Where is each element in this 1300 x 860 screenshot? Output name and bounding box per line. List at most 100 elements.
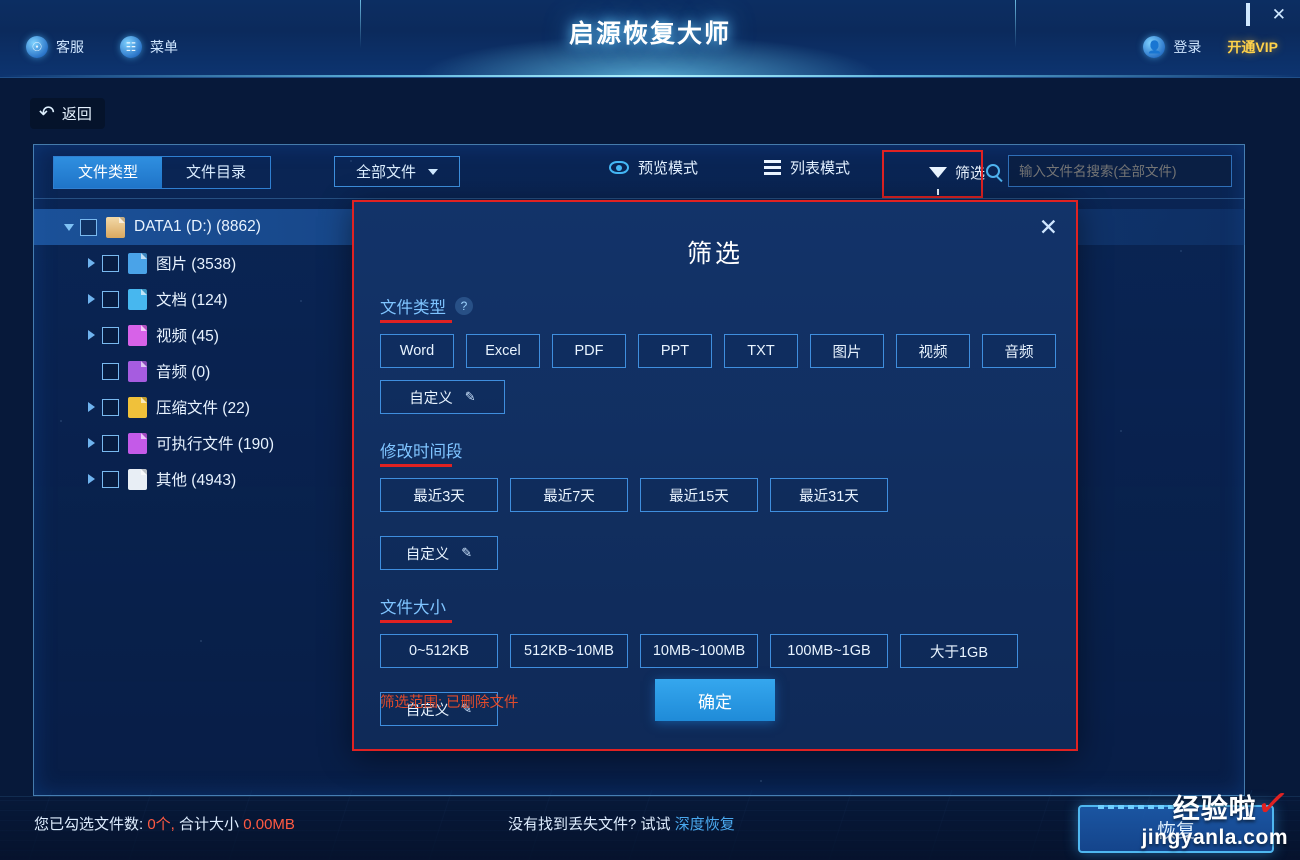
- filter-label: 筛选: [955, 164, 986, 182]
- preview-mode-label: 预览模式: [638, 160, 699, 177]
- deep-recovery-hint: 没有找到丢失文件? 试试 深度恢复: [508, 813, 735, 834]
- tree-row-label: 文档 (124): [156, 292, 228, 309]
- recover-button[interactable]: 恢复: [1078, 805, 1274, 853]
- tree-row-label: DATA1 (D:) (8862): [134, 218, 261, 235]
- filter-chip[interactable]: 音频: [982, 334, 1056, 368]
- selection-size-value: 0.00MB: [243, 816, 295, 833]
- tree-checkbox[interactable]: [102, 326, 119, 344]
- expand-toggle-icon[interactable]: [80, 258, 102, 268]
- view-mode-segmented-control: 文件类型 文件目录: [53, 156, 272, 189]
- tree-row-label: 压缩文件 (22): [156, 400, 250, 417]
- filter-chip[interactable]: 512KB~10MB: [510, 634, 628, 668]
- filter-chip-label: 最近31天: [799, 488, 859, 505]
- toolbar: 文件类型 文件目录 全部文件 预览模式 列表模式 筛选: [34, 145, 1244, 199]
- list-mode-button[interactable]: 列表模式: [764, 157, 850, 178]
- filter-chip-label: TXT: [747, 343, 775, 359]
- filter-chip[interactable]: 大于1GB: [900, 634, 1018, 668]
- tree-checkbox[interactable]: [102, 398, 119, 416]
- file-scope-dropdown[interactable]: 全部文件: [334, 156, 460, 187]
- filter-chip[interactable]: 100MB~1GB: [770, 634, 888, 668]
- filter-chip[interactable]: 最近3天: [380, 478, 498, 512]
- activate-vip-button[interactable]: 开通VIP: [1227, 37, 1278, 57]
- selection-count: 0个,: [147, 816, 175, 833]
- section-header: 文件类型?: [380, 294, 473, 323]
- document-file-icon: [128, 288, 147, 310]
- application-window: 启源恢复大师 ☉ 客服 ☷ 菜单 👤 登录 开通VIP ✕ ↶ 返回 文件类型 …: [0, 0, 1300, 860]
- question-mark-icon[interactable]: ?: [455, 297, 473, 315]
- search-icon[interactable]: [986, 164, 1000, 178]
- tree-checkbox[interactable]: [102, 362, 119, 380]
- file-scope-value: 全部文件: [355, 164, 416, 181]
- filter-chip[interactable]: 最近7天: [510, 478, 628, 512]
- filter-chip-label: 大于1GB: [929, 644, 988, 661]
- confirm-button[interactable]: 确定: [655, 679, 775, 721]
- window-controls: ✕: [1224, 3, 1286, 26]
- tree-checkbox[interactable]: [102, 254, 119, 272]
- filter-chip-label: 音频: [1004, 344, 1034, 361]
- expand-toggle-icon[interactable]: [80, 438, 102, 448]
- filter-chip[interactable]: TXT: [724, 334, 798, 368]
- expand-toggle-icon[interactable]: [80, 294, 102, 304]
- tree-checkbox[interactable]: [102, 290, 119, 308]
- expand-toggle-icon[interactable]: [80, 402, 102, 412]
- close-button[interactable]: ✕: [1272, 6, 1286, 23]
- tree-row-label: 音频 (0): [156, 364, 211, 381]
- tab-file-directory[interactable]: 文件目录: [162, 157, 270, 188]
- filter-chip[interactable]: 0~512KB: [380, 634, 498, 668]
- chip-group: 最近3天 最近7天 最近15天 最近31天自定义 ✎: [380, 478, 1076, 570]
- drive-icon: [106, 216, 125, 238]
- list-icon: [764, 160, 781, 175]
- tree-row-label: 其他 (4943): [156, 472, 237, 489]
- expand-toggle-icon[interactable]: [80, 330, 102, 340]
- filter-chip[interactable]: Word: [380, 334, 454, 368]
- expand-toggle-icon[interactable]: [58, 223, 80, 231]
- preview-mode-button[interactable]: 预览模式: [609, 157, 698, 178]
- tree-row-label: 视频 (45): [156, 328, 219, 345]
- filter-chip[interactable]: PPT: [638, 334, 712, 368]
- filter-section: 文件类型? Word Excel PDF PPT TXT 图片 视频 音频自定义 ✎: [380, 270, 1076, 414]
- menu-label: 菜单: [150, 39, 178, 55]
- audio-file-icon: [128, 360, 147, 382]
- funnel-icon: [929, 166, 947, 195]
- dialog-close-icon[interactable]: ✕: [1039, 216, 1058, 239]
- filter-button[interactable]: 筛选: [923, 157, 991, 195]
- expand-toggle-icon[interactable]: [80, 474, 102, 484]
- menu-button[interactable]: ☷ 菜单: [120, 36, 178, 58]
- filter-chip-label: 最近3天: [413, 488, 465, 505]
- tree-checkbox[interactable]: [102, 434, 119, 452]
- filter-chip[interactable]: 自定义 ✎: [380, 380, 505, 414]
- app-title: 启源恢复大师: [568, 20, 731, 48]
- filter-chip[interactable]: 视频: [896, 334, 970, 368]
- selection-summary: 您已勾选文件数: 0个, 合计大小 0.00MB: [34, 813, 295, 834]
- support-button[interactable]: ☉ 客服: [26, 36, 84, 58]
- selection-size-label: 合计大小: [179, 816, 240, 833]
- search-input[interactable]: [1008, 155, 1232, 187]
- tab-file-type[interactable]: 文件类型: [54, 157, 163, 188]
- filter-chip[interactable]: Excel: [466, 334, 540, 368]
- section-heading: 修改时间段: [380, 443, 463, 461]
- filter-chip-label: 自定义: [409, 390, 453, 407]
- pencil-edit-icon[interactable]: ✎: [465, 389, 476, 405]
- grid-menu-icon: ☷: [120, 36, 142, 58]
- maximize-button[interactable]: [1245, 3, 1250, 26]
- pencil-edit-icon[interactable]: ✎: [461, 545, 472, 561]
- filter-chip[interactable]: 最近31天: [770, 478, 888, 512]
- back-button[interactable]: ↶ 返回: [30, 98, 105, 129]
- dialog-sections: 文件类型? Word Excel PDF PPT TXT 图片 视频 音频自定义 ✎ 修改时间段最近…: [354, 270, 1076, 726]
- filter-chip-label: Excel: [485, 343, 521, 359]
- eye-icon: [609, 161, 629, 174]
- filter-chip-label: PDF: [574, 343, 604, 359]
- filter-chip[interactable]: 10MB~100MB: [640, 634, 758, 668]
- archive-file-icon: [128, 396, 147, 418]
- filter-chip[interactable]: 图片: [810, 334, 884, 368]
- support-label: 客服: [56, 39, 84, 55]
- tree-checkbox[interactable]: [80, 218, 97, 236]
- deep-recovery-link[interactable]: 深度恢复: [675, 816, 735, 833]
- filter-chip[interactable]: 自定义 ✎: [380, 536, 498, 570]
- back-arrow-icon: ↶: [39, 103, 55, 124]
- filter-chip-label: 512KB~10MB: [524, 643, 614, 659]
- filter-chip[interactable]: PDF: [552, 334, 626, 368]
- login-button[interactable]: 👤 登录: [1143, 36, 1201, 58]
- filter-chip[interactable]: 最近15天: [640, 478, 758, 512]
- tree-checkbox[interactable]: [102, 470, 119, 488]
